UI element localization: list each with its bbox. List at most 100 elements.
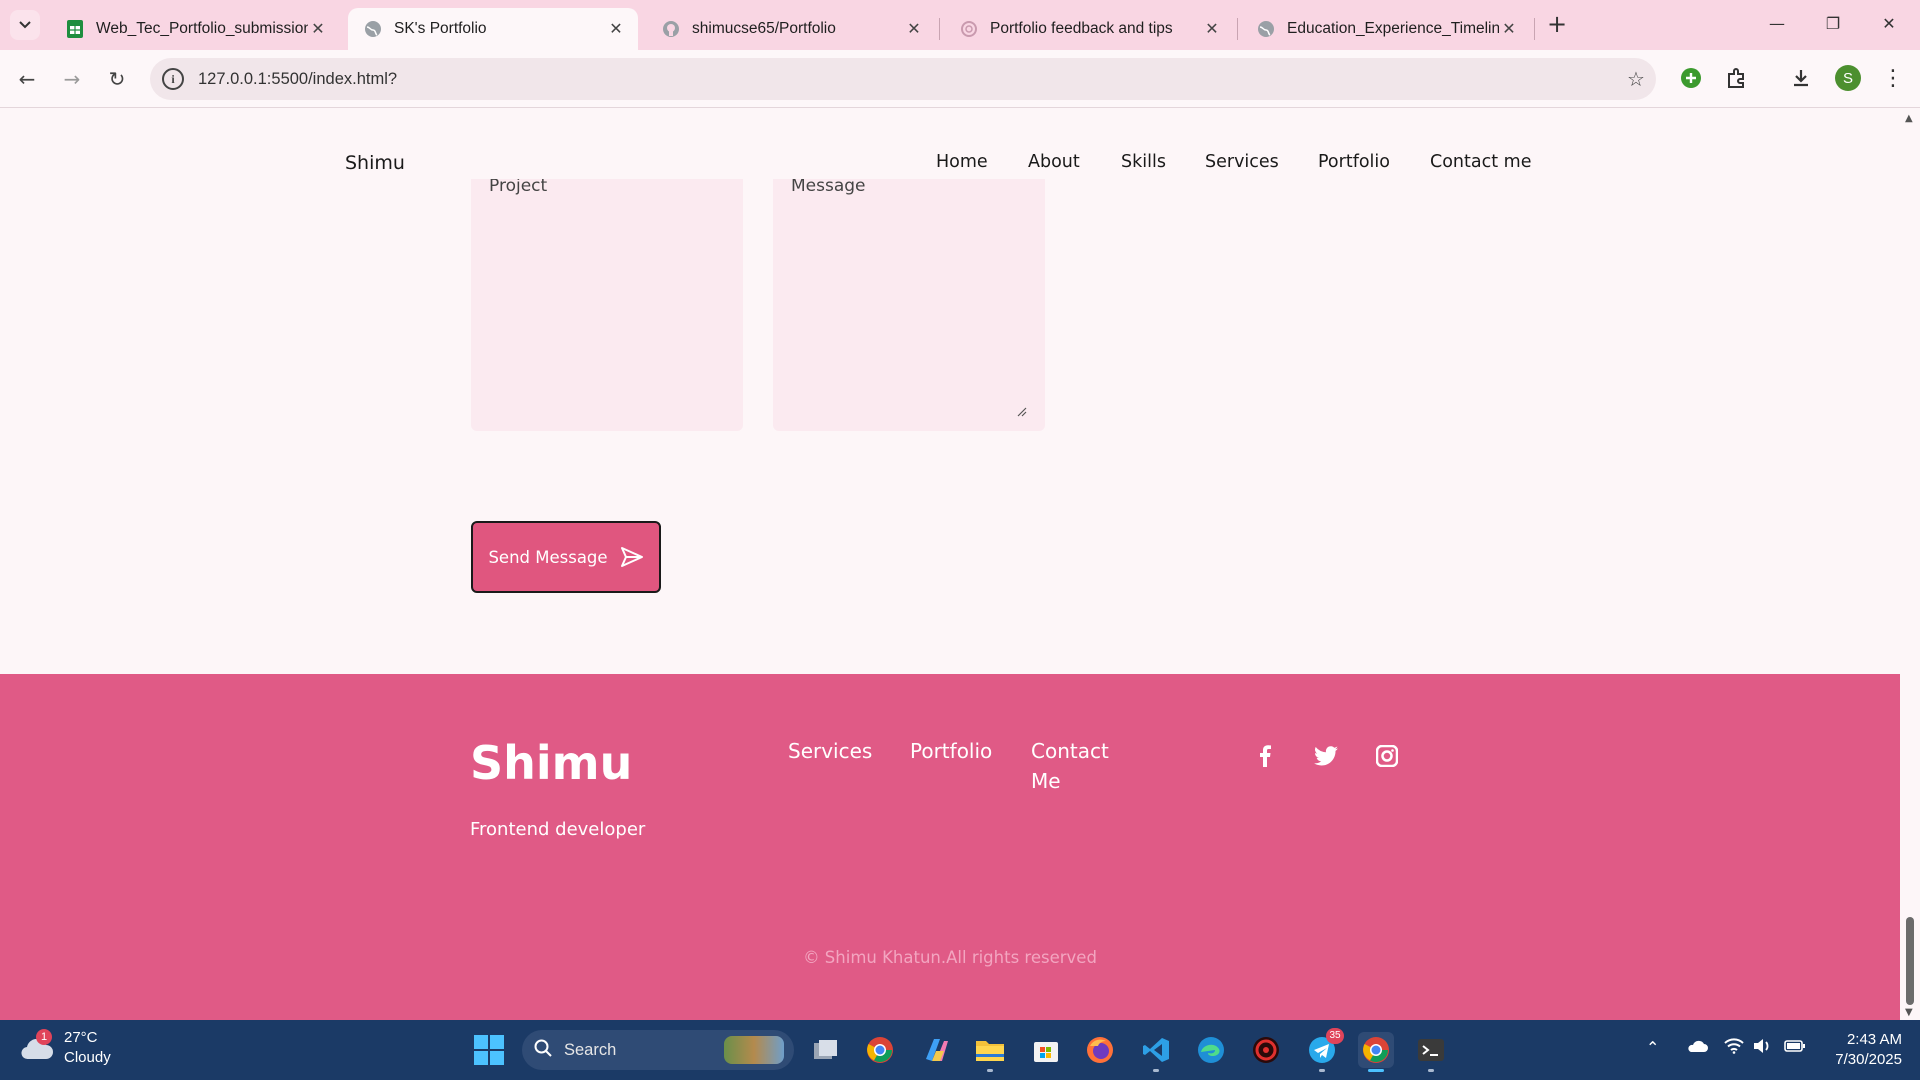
edge-app-icon[interactable] bbox=[1193, 1032, 1229, 1068]
page-viewport: Shimu Home About Skills Services Portfol… bbox=[0, 109, 1900, 1020]
chevron-up-icon[interactable]: ⌃ bbox=[1646, 1038, 1659, 1057]
resize-handle-icon[interactable] bbox=[1017, 407, 1027, 417]
scroll-down-arrow-icon[interactable]: ▼ bbox=[1905, 1007, 1913, 1018]
microsoft-store-icon[interactable] bbox=[1028, 1032, 1064, 1068]
footer-link-portfolio[interactable]: Portfolio bbox=[910, 736, 992, 766]
site-info-icon[interactable]: i bbox=[162, 68, 184, 90]
system-clock[interactable]: 2:43 AM 7/30/2025 bbox=[1822, 1030, 1902, 1070]
site-brand[interactable]: Shimu bbox=[345, 152, 405, 174]
menu-kebab-icon[interactable]: ⋮ bbox=[1878, 63, 1908, 93]
tab-separator bbox=[1237, 18, 1238, 40]
windows-logo-tile bbox=[474, 1051, 488, 1065]
twitter-icon[interactable] bbox=[1312, 742, 1340, 770]
back-button[interactable]: ← bbox=[10, 62, 44, 96]
footer-link-contact[interactable]: Contact Me bbox=[1031, 736, 1109, 796]
file-explorer-icon[interactable] bbox=[972, 1032, 1008, 1072]
footer-link-contact-line2: Me bbox=[1031, 769, 1061, 793]
active-indicator bbox=[1368, 1069, 1384, 1072]
close-icon[interactable]: ✕ bbox=[606, 19, 626, 39]
weather-widget[interactable]: 1 27°C Cloudy bbox=[20, 1028, 111, 1068]
tab-github-portfolio[interactable]: shimucse65/Portfolio ✕ bbox=[646, 8, 936, 50]
close-icon[interactable]: ✕ bbox=[308, 19, 328, 39]
task-view-icon[interactable] bbox=[808, 1032, 844, 1068]
footer-link-services[interactable]: Services bbox=[788, 736, 872, 766]
extensions-puzzle-icon[interactable] bbox=[1722, 63, 1752, 93]
site-footer: Shimu Frontend developer Services Portfo… bbox=[0, 674, 1900, 1020]
chrome-app-icon[interactable] bbox=[862, 1032, 898, 1068]
url-text[interactable]: 127.0.0.1:5500/index.html? bbox=[198, 70, 1616, 89]
tab-list-button[interactable] bbox=[10, 10, 40, 40]
profile-avatar[interactable]: S bbox=[1833, 63, 1863, 93]
instagram-icon[interactable] bbox=[1373, 742, 1401, 770]
chrome-active-icon[interactable] bbox=[1358, 1032, 1394, 1072]
nav-home[interactable]: Home bbox=[936, 152, 988, 172]
running-indicator bbox=[1428, 1069, 1434, 1072]
nav-contact[interactable]: Contact me bbox=[1430, 152, 1531, 172]
minimize-button[interactable]: — bbox=[1754, 6, 1800, 42]
message-textarea[interactable]: Message bbox=[773, 149, 1045, 431]
nav-about[interactable]: About bbox=[1028, 152, 1080, 172]
volume-icon[interactable] bbox=[1752, 1038, 1772, 1058]
send-message-button[interactable]: Send Message bbox=[471, 521, 661, 593]
github-icon bbox=[662, 20, 680, 38]
chatgpt-icon bbox=[960, 20, 978, 38]
tab-sks-portfolio[interactable]: SK's Portfolio ✕ bbox=[348, 8, 638, 50]
chevron-down-icon bbox=[19, 21, 31, 29]
vscode-app-icon[interactable] bbox=[1138, 1032, 1174, 1072]
new-tab-button[interactable]: + bbox=[1542, 10, 1572, 40]
reload-button[interactable]: ↻ bbox=[100, 62, 134, 96]
terminal-app-icon[interactable] bbox=[1413, 1032, 1449, 1072]
clock-date: 7/30/2025 bbox=[1835, 1051, 1902, 1068]
bookmark-star-icon[interactable]: ☆ bbox=[1616, 67, 1656, 91]
footer-role: Frontend developer bbox=[470, 819, 646, 840]
nav-services[interactable]: Services bbox=[1205, 152, 1279, 172]
extension-plus-icon[interactable] bbox=[1676, 63, 1706, 93]
windows-logo-tile bbox=[490, 1051, 504, 1065]
start-button[interactable] bbox=[474, 1035, 504, 1065]
close-icon[interactable]: ✕ bbox=[1202, 19, 1222, 39]
nav-skills[interactable]: Skills bbox=[1121, 152, 1166, 172]
running-indicator bbox=[987, 1069, 993, 1072]
search-icon bbox=[534, 1039, 564, 1062]
globe-icon bbox=[1257, 20, 1275, 38]
facebook-icon[interactable] bbox=[1251, 742, 1279, 770]
search-placeholder: Search bbox=[564, 1040, 617, 1059]
copilot-app-icon[interactable] bbox=[918, 1032, 954, 1068]
firefox-app-icon[interactable] bbox=[1082, 1032, 1118, 1068]
weather-badge: 1 bbox=[36, 1029, 52, 1045]
address-bar[interactable]: i 127.0.0.1:5500/index.html? ☆ bbox=[150, 58, 1656, 100]
nav-portfolio[interactable]: Portfolio bbox=[1318, 152, 1390, 172]
copyright-text: © Shimu Khatun.All rights reserved bbox=[803, 948, 1097, 967]
taskbar-search[interactable]: Search bbox=[522, 1030, 794, 1070]
page-scrollbar[interactable]: ▲ ▼ bbox=[1900, 109, 1920, 1020]
close-icon[interactable]: ✕ bbox=[904, 19, 924, 39]
footer-brand: Shimu bbox=[470, 736, 633, 790]
project-placeholder: Project bbox=[489, 176, 548, 196]
tab-separator bbox=[1534, 18, 1535, 40]
scroll-thumb[interactable] bbox=[1906, 917, 1914, 1005]
forward-button[interactable]: → bbox=[55, 62, 89, 96]
tab-portfolio-feedback[interactable]: Portfolio feedback and tips ✕ bbox=[944, 8, 1234, 50]
site-header: Shimu Home About Skills Services Portfol… bbox=[0, 109, 1900, 179]
weather-condition: Cloudy bbox=[64, 1049, 111, 1066]
close-icon[interactable]: ✕ bbox=[1499, 19, 1519, 39]
wifi-icon[interactable] bbox=[1724, 1038, 1744, 1058]
download-icon[interactable] bbox=[1786, 63, 1816, 93]
restore-button[interactable]: ❐ bbox=[1810, 6, 1856, 42]
browser-toolbar: ← → ↻ i 127.0.0.1:5500/index.html? ☆ bbox=[0, 50, 1920, 108]
davinci-app-icon[interactable] bbox=[1248, 1032, 1284, 1068]
running-indicator bbox=[1153, 1069, 1159, 1072]
project-field[interactable]: Project bbox=[471, 149, 743, 431]
sheets-icon bbox=[66, 20, 84, 38]
tab-education-timeline[interactable]: Education_Experience_Timeline ✕ bbox=[1241, 8, 1531, 50]
close-window-button[interactable]: ✕ bbox=[1866, 6, 1912, 42]
tab-strip: Web_Tec_Portfolio_submission ✕ SK's Port… bbox=[0, 0, 1920, 50]
tab-web-tec-portfolio[interactable]: Web_Tec_Portfolio_submission ✕ bbox=[50, 8, 340, 50]
onedrive-cloud-icon[interactable] bbox=[1686, 1038, 1708, 1057]
telegram-app-icon[interactable]: 35 bbox=[1304, 1028, 1344, 1072]
tab-title: Portfolio feedback and tips bbox=[990, 20, 1173, 37]
search-highlight-image bbox=[724, 1036, 784, 1064]
battery-icon[interactable] bbox=[1784, 1038, 1806, 1057]
tab-title: shimucse65/Portfolio bbox=[692, 20, 836, 37]
scroll-up-arrow-icon[interactable]: ▲ bbox=[1905, 113, 1913, 124]
